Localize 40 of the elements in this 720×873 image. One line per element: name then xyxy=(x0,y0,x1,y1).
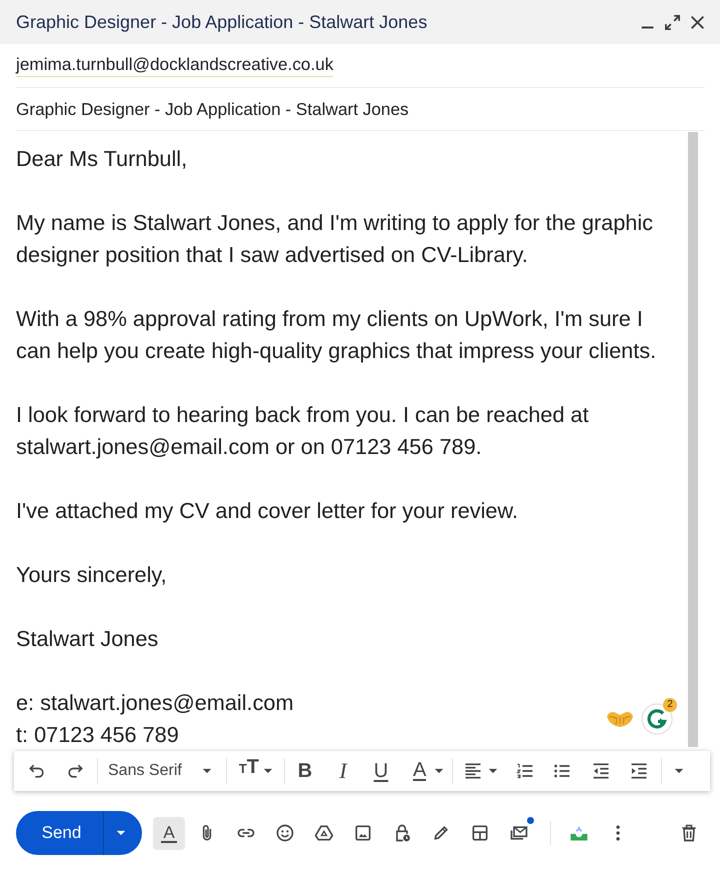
message-text: I've attached my CV and cover letter for your review. xyxy=(16,497,518,525)
italic-button[interactable]: I xyxy=(328,756,358,786)
handshake-icon[interactable] xyxy=(606,710,634,728)
indent-more-icon[interactable] xyxy=(629,761,650,781)
message-text: Stalwart Jones xyxy=(16,625,158,653)
issue-count: 2 xyxy=(663,698,677,712)
message-text: Yours sincerely, xyxy=(16,561,167,589)
subject-field[interactable]: Graphic Designer - Job Application - Stalwart Jones xyxy=(16,88,705,131)
text-color-button[interactable]: A xyxy=(404,756,444,786)
caret-icon xyxy=(202,768,212,774)
formatting-options-button[interactable]: A xyxy=(153,816,185,850)
caret-icon xyxy=(116,830,126,836)
message-text: e: stalwart.jones@email.com xyxy=(16,689,294,717)
recipient-field[interactable]: jemima.turnbull@docklandscreative.co.uk xyxy=(16,44,705,88)
send-button[interactable]: Send xyxy=(16,811,103,855)
message-text: I look forward to hearing back from you. I can be reached at stalwart.jones@email.com or on 07123 456 789. xyxy=(16,401,590,461)
bold-button[interactable]: B xyxy=(290,756,320,786)
message-text: With a 98% approval rating from my clients on UpWork, I'm sure I can help you create high-quality graphics that impress your clients. xyxy=(16,305,658,365)
caret-icon xyxy=(262,768,273,774)
more-options-caret-icon[interactable] xyxy=(674,768,684,774)
caret-icon xyxy=(434,768,444,774)
message-text: My name is Stalwart Jones, and I'm writing to apply for the graphic designer position that I saw advertised on CV-Library. xyxy=(16,209,654,269)
indent-less-icon[interactable] xyxy=(591,761,612,781)
photo-icon[interactable] xyxy=(352,823,372,843)
align-left-icon[interactable] xyxy=(463,761,484,781)
window-title: Graphic Designer - Job Application - Stalwart Jones xyxy=(16,12,428,32)
scrollbar-thumb[interactable] xyxy=(688,132,698,747)
layout-icon[interactable] xyxy=(470,823,490,843)
close-icon[interactable] xyxy=(690,14,705,30)
underline-button[interactable]: U xyxy=(366,756,396,786)
text-size-button[interactable]: TT xyxy=(234,756,277,786)
message-text: Dear Ms Turnbull, xyxy=(16,145,188,173)
expand-icon[interactable] xyxy=(665,14,680,30)
send-options-button[interactable] xyxy=(103,811,142,855)
drive-icon[interactable] xyxy=(314,823,334,843)
numbered-list-icon[interactable] xyxy=(515,761,536,781)
emoji-icon[interactable] xyxy=(274,823,294,843)
message-text: t: 07123 456 789 xyxy=(16,721,179,749)
font-select[interactable]: Sans Serif xyxy=(104,756,220,786)
caret-icon[interactable] xyxy=(488,768,498,774)
